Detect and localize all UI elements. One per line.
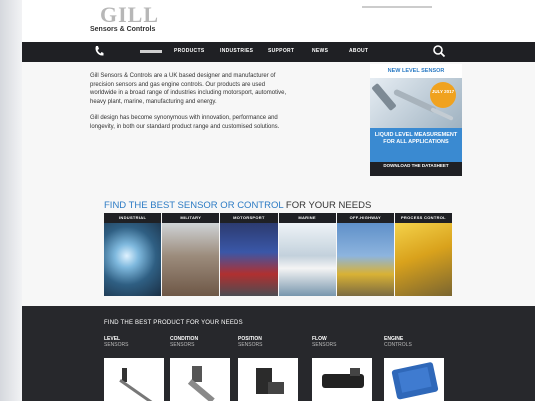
product-engine-image[interactable] [384,358,444,401]
category-label: MOTORSPORT [220,213,278,223]
device-bezel [0,0,22,401]
logo-mark: GILL [100,2,160,27]
marine-image [278,223,336,296]
category-motorsport[interactable]: MOTORSPORT [220,213,278,296]
category-label: OFF-HIGHWAY [336,213,394,223]
find-heading-highlight: FIND THE BEST SENSOR OR CONTROL [104,200,284,211]
category-marine[interactable]: MARINE [278,213,336,296]
header-utility-link[interactable] [362,6,432,8]
nav-products[interactable]: PRODUCTS [174,48,204,54]
nav-about[interactable]: ABOUT [349,48,368,54]
off-highway-image [336,223,394,296]
product-flow-image[interactable] [312,358,372,401]
category-label: MILITARY [162,213,220,223]
category-off-highway[interactable]: OFF-HIGHWAY [336,213,394,296]
logo-name: Sensors & Controls [90,26,156,33]
nav-news[interactable]: NEWS [312,48,328,54]
nav-support[interactable]: SUPPORT [268,48,294,54]
category-label: MARINE [278,213,336,223]
promo-headline: LIQUID LEVEL MEASUREMENT FOR ALL APPLICA… [374,132,458,145]
product-sub: SENSORS [170,342,195,348]
find-heading-rest: FOR YOUR NEEDS [283,200,372,211]
process-control-image [394,223,453,296]
nav-home-link[interactable] [140,50,162,53]
industrial-image [104,223,162,296]
category-industrial[interactable]: INDUSTRIAL [104,213,162,296]
find-sensor-heading: FIND THE BEST SENSOR OR CONTROL FOR YOUR… [104,200,371,211]
industry-categories: INDUSTRIAL MILITARY MOTORSPORT MARINE OF… [104,213,453,296]
main-nav: PRODUCTS INDUSTRIES SUPPORT NEWS ABOUT [22,42,535,62]
product-position-image[interactable] [238,358,298,401]
search-icon[interactable] [432,44,446,58]
product-level-image[interactable] [104,358,164,401]
site-header: GILL Sensors & Controls [22,0,535,42]
nav-industries[interactable]: INDUSTRIES [220,48,253,54]
military-image [162,223,220,296]
product-section-title: FIND THE BEST PRODUCT FOR YOUR NEEDS [104,320,243,326]
motorsport-image [220,223,278,296]
category-label: INDUSTRIAL [104,213,162,223]
product-engine-label[interactable]: ENGINE CONTROLS [384,336,412,348]
product-sub: SENSORS [238,342,263,348]
promo-new-label: NEW LEVEL SENSOR [370,64,462,78]
product-sub: SENSORS [312,342,337,348]
product-condition-image[interactable] [170,358,230,401]
product-position-label[interactable]: POSITION SENSORS [238,336,262,348]
product-condition-label[interactable]: CONDITION SENSORS [170,336,198,348]
intro-paragraph-2: Gill design has become synonymous with i… [90,115,280,130]
intro-paragraph-1: Gill Sensors & Controls are a UK based d… [90,73,287,105]
category-military[interactable]: MILITARY [162,213,220,296]
webpage: GILL Sensors & Controls PRODUCTS INDUSTR… [22,0,535,401]
promo-date-badge: JULY 2017 [430,82,456,108]
category-process-control[interactable]: PROCESS CONTROL [394,213,453,296]
product-level-label[interactable]: LEVEL SENSORS [104,336,128,348]
download-datasheet-button[interactable]: DOWNLOAD THE DATASHEET [370,162,462,176]
product-section: FIND THE BEST PRODUCT FOR YOUR NEEDS LEV… [22,306,535,401]
category-label: PROCESS CONTROL [394,213,453,223]
phone-icon[interactable] [94,45,104,57]
product-sub: CONTROLS [384,342,412,348]
promo-banner[interactable]: NEW LEVEL SENSOR JULY 2017 LIQUID LEVEL … [370,64,462,176]
product-flow-label[interactable]: FLOW SENSORS [312,336,336,348]
intro-text: Gill Sensors & Controls are a UK based d… [90,72,290,139]
product-sub: SENSORS [104,342,129,348]
site-logo[interactable]: GILL Sensors & Controls [90,4,170,38]
